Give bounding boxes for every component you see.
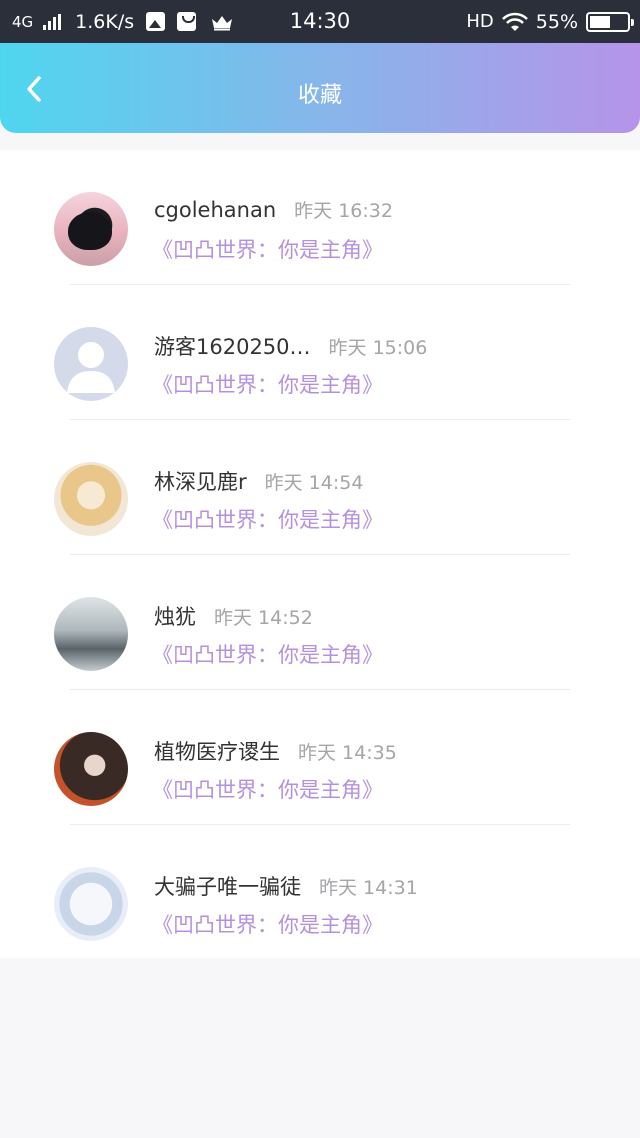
status-bar-right: HD 55% bbox=[466, 0, 634, 43]
anime-girl-avatar[interactable] bbox=[54, 462, 128, 536]
hd-indicator: HD bbox=[466, 11, 494, 32]
user-name[interactable]: 林深见鹿r bbox=[154, 466, 247, 496]
item-header: 林深见鹿r 昨天 14:54 bbox=[154, 466, 363, 496]
user-name[interactable]: 植物医疗谡生 bbox=[154, 736, 280, 766]
timestamp: 昨天 14:31 bbox=[319, 877, 418, 899]
game-link[interactable]: 《凹凸世界：你是主角》 bbox=[152, 909, 383, 939]
list-item[interactable]: 植物医疗谡生 昨天 14:35 《凹凸世界：你是主角》 bbox=[0, 690, 640, 825]
item-header: 游客1620250… 昨天 15:06 bbox=[154, 331, 427, 361]
list-item[interactable]: cgolehanan 昨天 16:32 《凹凸世界：你是主角》 bbox=[0, 150, 640, 285]
game-link[interactable]: 《凹凸世界：你是主角》 bbox=[152, 774, 383, 804]
signal-icon bbox=[43, 13, 62, 30]
list-item[interactable]: 游客1620250… 昨天 15:06 《凹凸世界：你是主角》 bbox=[0, 285, 640, 420]
game-link[interactable]: 《凹凸世界：你是主角》 bbox=[152, 639, 383, 669]
game-link[interactable]: 《凹凸世界：你是主角》 bbox=[152, 369, 383, 399]
battery-level bbox=[590, 15, 610, 28]
battery-icon bbox=[586, 11, 634, 32]
user-name[interactable]: cgolehanan bbox=[154, 198, 276, 222]
crown-icon bbox=[212, 15, 233, 30]
shopping-bag-notification-icon bbox=[177, 12, 197, 31]
network-type: 4G bbox=[12, 12, 34, 31]
anime-character-avatar[interactable] bbox=[54, 867, 128, 941]
timestamp: 昨天 14:35 bbox=[298, 742, 397, 764]
user-name[interactable]: 大骗子唯一骗徒 bbox=[154, 871, 301, 901]
status-bar: 4G 1.6K/s 14:30 HD 55% bbox=[0, 0, 640, 43]
favorites-list: cgolehanan 昨天 16:32 《凹凸世界：你是主角》 游客162025… bbox=[0, 150, 640, 958]
list-item[interactable]: 大骗子唯一骗徒 昨天 14:31 《凹凸世界：你是主角》 bbox=[0, 825, 640, 960]
game-link[interactable]: 《凹凸世界：你是主角》 bbox=[152, 234, 383, 264]
user-name[interactable]: 游客1620250… bbox=[154, 331, 311, 361]
wifi-icon bbox=[501, 12, 528, 31]
timestamp: 昨天 15:06 bbox=[328, 337, 428, 359]
list-item[interactable]: 烛犹 昨天 14:52 《凹凸世界：你是主角》 bbox=[0, 555, 640, 690]
timestamp: 昨天 14:54 bbox=[264, 472, 364, 494]
page-title: 收藏 bbox=[297, 83, 342, 108]
girl-photo-avatar[interactable] bbox=[54, 732, 128, 806]
status-bar-left: 4G 1.6K/s bbox=[12, 0, 234, 43]
battery-percent: 55% bbox=[535, 10, 578, 33]
image-notification-icon bbox=[146, 12, 166, 31]
foggy-forest-avatar[interactable] bbox=[54, 597, 128, 671]
default-guest-avatar[interactable] bbox=[54, 327, 128, 401]
item-header: cgolehanan 昨天 16:32 bbox=[154, 196, 393, 223]
header-bar: 收藏 bbox=[0, 43, 640, 133]
item-header: 植物医疗谡生 昨天 14:35 bbox=[154, 736, 397, 766]
timestamp: 昨天 16:32 bbox=[294, 200, 393, 222]
game-link[interactable]: 《凹凸世界：你是主角》 bbox=[152, 504, 383, 534]
user-silhouette-icon bbox=[67, 342, 115, 393]
network-speed: 1.6K/s bbox=[75, 10, 135, 33]
list-item[interactable]: 林深见鹿r 昨天 14:54 《凹凸世界：你是主角》 bbox=[0, 420, 640, 555]
timestamp: 昨天 14:52 bbox=[214, 607, 313, 629]
item-header: 烛犹 昨天 14:52 bbox=[154, 601, 313, 631]
item-header: 大骗子唯一骗徒 昨天 14:31 bbox=[154, 871, 418, 901]
black-cat-avatar[interactable] bbox=[54, 192, 128, 266]
user-name[interactable]: 烛犹 bbox=[154, 601, 196, 631]
